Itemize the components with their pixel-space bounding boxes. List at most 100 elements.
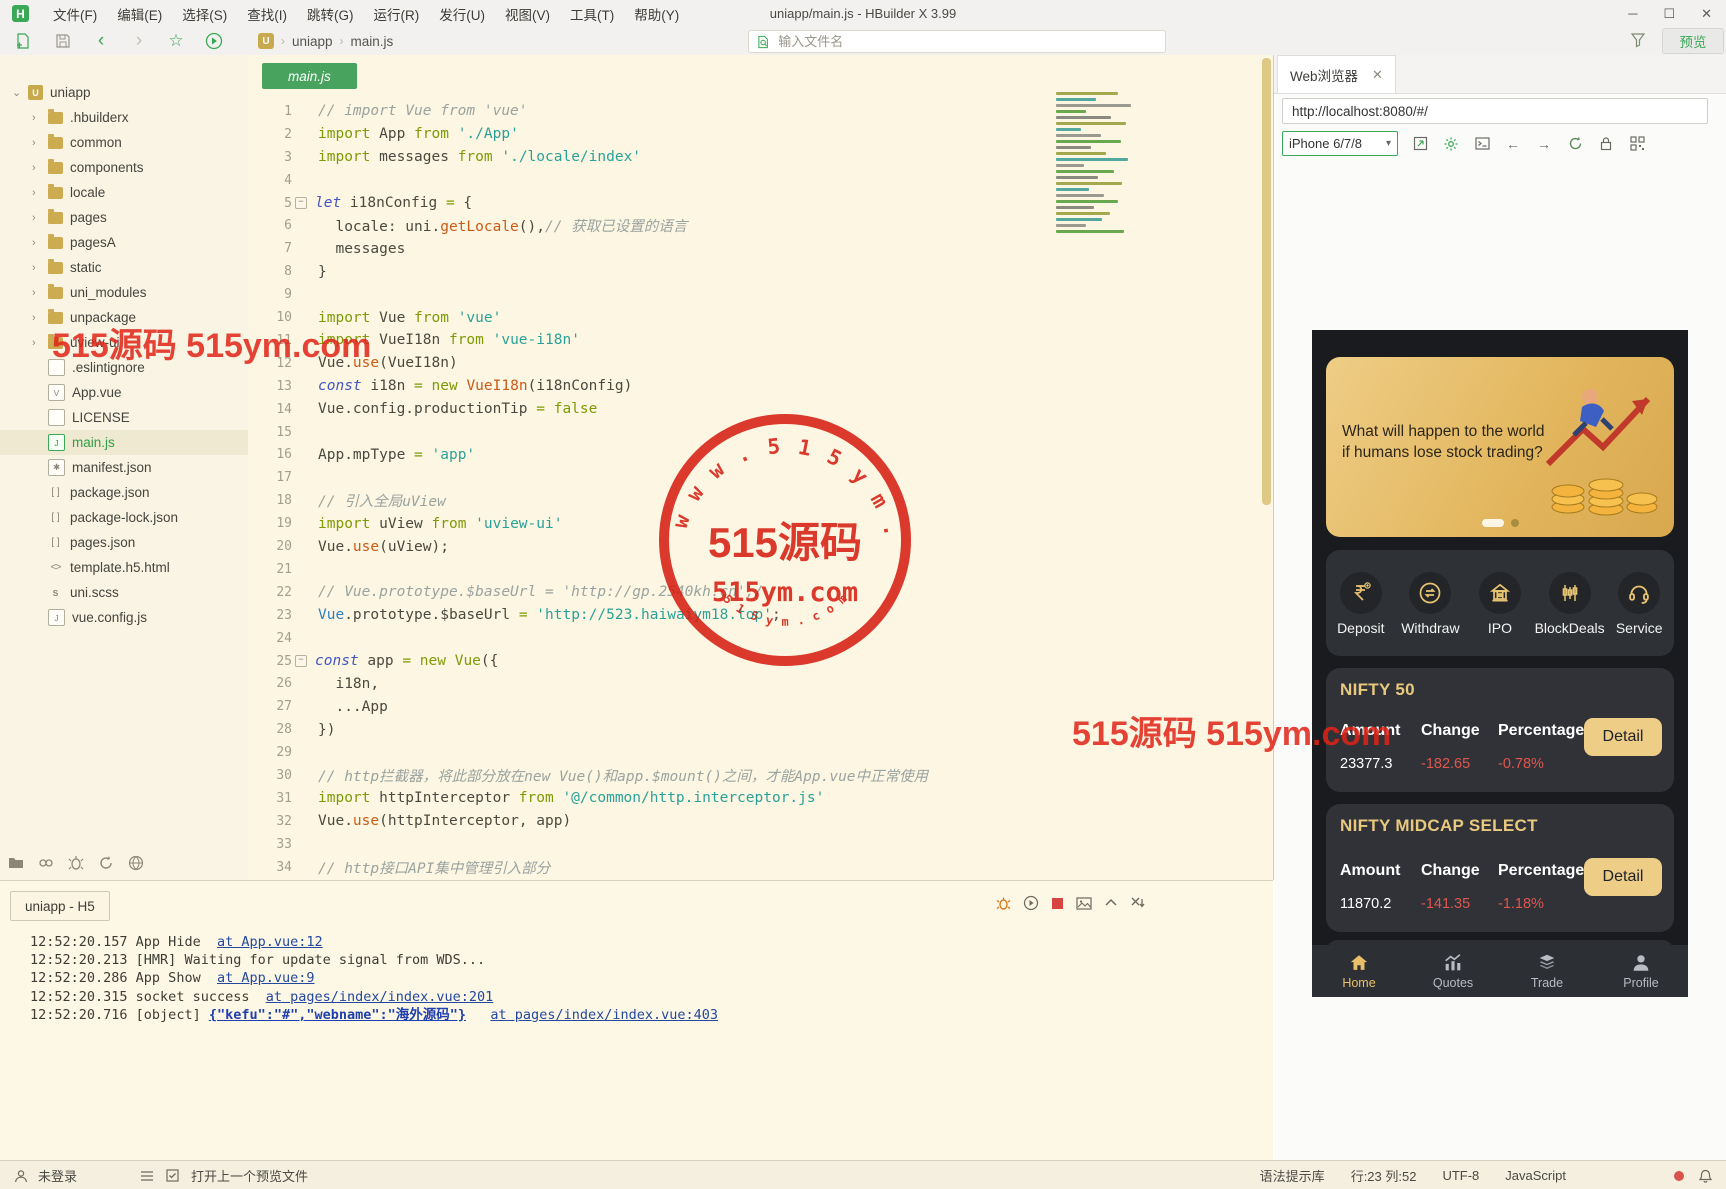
tree-folder-components[interactable]: ›components xyxy=(0,155,248,180)
collapse-arrow-icon[interactable]: › xyxy=(32,162,42,174)
maximize-button[interactable]: ☐ xyxy=(1663,6,1675,22)
console-tab[interactable]: uniapp - H5 xyxy=(10,891,110,921)
fold-marker-icon[interactable]: − xyxy=(295,197,307,209)
code-editor[interactable]: main.js 1// import Vue from 'vue'2import… xyxy=(248,55,1274,880)
code-line[interactable]: 25−const app = new Vue({ xyxy=(248,650,1248,673)
quick-action-ipo[interactable]: IPO xyxy=(1467,572,1533,636)
code-line[interactable]: 7 messages xyxy=(248,237,1248,260)
code-line[interactable]: 23Vue.prototype.$baseUrl = 'http://523.h… xyxy=(248,604,1248,627)
tree-folder-pagesA[interactable]: ›pagesA xyxy=(0,230,248,255)
menu-item[interactable]: 跳转(G) xyxy=(307,4,354,24)
search-icon[interactable] xyxy=(38,855,54,871)
collapse-arrow-icon[interactable]: › xyxy=(32,187,42,199)
menu-item[interactable]: 查找(I) xyxy=(247,4,287,24)
source-link[interactable]: at pages/index/index.vue:403 xyxy=(490,1007,718,1023)
code-line[interactable]: 22// Vue.prototype.$baseUrl = 'http://gp… xyxy=(248,581,1248,604)
collapse-arrow-icon[interactable]: › xyxy=(32,287,42,299)
collapse-arrow-icon[interactable]: › xyxy=(32,112,42,124)
clear-close-icon[interactable] xyxy=(1130,896,1145,910)
close-button[interactable]: ✕ xyxy=(1701,6,1712,22)
filter-funnel-icon[interactable] xyxy=(1630,32,1646,48)
status-item[interactable]: UTF-8 xyxy=(1442,1168,1479,1183)
code-line[interactable]: 27 ...App xyxy=(248,695,1248,718)
tree-file-pages.json[interactable]: [ ]pages.json xyxy=(0,530,248,555)
forward-arrow-icon[interactable]: → xyxy=(1535,135,1553,153)
code-line[interactable]: 29 xyxy=(248,741,1248,764)
code-line[interactable]: 17 xyxy=(248,466,1248,489)
bug-icon[interactable] xyxy=(996,896,1011,911)
run-button[interactable] xyxy=(203,30,225,52)
detail-button[interactable]: Detail xyxy=(1584,718,1662,756)
tree-file-.eslintignore[interactable]: .eslintignore xyxy=(0,355,248,380)
back-button[interactable]: ‹ xyxy=(90,30,112,52)
tree-file-manifest.json[interactable]: ✱manifest.json xyxy=(0,455,248,480)
tree-file-template.h5.html[interactable]: <>template.h5.html xyxy=(0,555,248,580)
fold-marker-icon[interactable]: − xyxy=(295,655,307,667)
code-line[interactable]: 28}) xyxy=(248,718,1248,741)
code-line[interactable]: 13const i18n = new VueI18n(i18nConfig) xyxy=(248,375,1248,398)
tree-folder-uni_modules[interactable]: ›uni_modules xyxy=(0,280,248,305)
notification-dot-icon[interactable] xyxy=(1673,1170,1685,1182)
breadcrumb-file[interactable]: main.js xyxy=(351,34,394,49)
menu-item[interactable]: 选择(S) xyxy=(182,4,227,24)
code-line[interactable]: 33 xyxy=(248,833,1248,856)
code-line[interactable]: 31import httpInterceptor from '@/common/… xyxy=(248,787,1248,810)
source-link[interactable]: at App.vue:9 xyxy=(217,970,315,986)
tree-root[interactable]: ⌄Uuniapp xyxy=(0,80,248,105)
file-search-box[interactable] xyxy=(748,30,1166,53)
tree-file-LICENSE[interactable]: LICENSE xyxy=(0,405,248,430)
expand-arrow-icon[interactable]: ⌄ xyxy=(12,86,22,99)
nav-trade[interactable]: Trade xyxy=(1500,945,1594,997)
tree-file-package.json[interactable]: [ ]package.json xyxy=(0,480,248,505)
code-line[interactable]: 24 xyxy=(248,627,1248,650)
dot-active[interactable] xyxy=(1482,519,1504,527)
quick-action-service[interactable]: Service xyxy=(1606,572,1672,636)
login-status[interactable]: 未登录 xyxy=(38,1166,77,1185)
nav-quotes[interactable]: Quotes xyxy=(1406,945,1500,997)
web-icon[interactable] xyxy=(128,855,144,871)
source-link[interactable]: at pages/index/index.vue:201 xyxy=(266,989,494,1005)
carousel-dots[interactable] xyxy=(1326,519,1674,527)
code-line[interactable]: 21 xyxy=(248,558,1248,581)
code-line[interactable]: 20Vue.use(uView); xyxy=(248,535,1248,558)
list-icon[interactable] xyxy=(140,1170,154,1182)
object-link[interactable]: {"kefu":"#","webname":"海外源码"} xyxy=(209,1007,466,1023)
collapse-arrow-icon[interactable]: › xyxy=(32,262,42,274)
bell-icon[interactable] xyxy=(1699,1169,1712,1183)
terminal-icon[interactable] xyxy=(1473,135,1491,153)
code-line[interactable]: 15 xyxy=(248,421,1248,444)
menu-item[interactable]: 视图(V) xyxy=(505,4,550,24)
quick-action-blockdeals[interactable]: BlockDeals xyxy=(1537,572,1603,636)
url-input[interactable] xyxy=(1283,104,1707,119)
collapse-arrow-icon[interactable]: › xyxy=(32,312,42,324)
refresh-icon[interactable] xyxy=(1566,135,1584,153)
forward-button[interactable]: › xyxy=(128,30,150,52)
collapse-arrow-icon[interactable]: › xyxy=(32,137,42,149)
nav-home[interactable]: Home xyxy=(1312,945,1406,997)
code-line[interactable]: 11import VueI18n from 'vue-i18n' xyxy=(248,329,1248,352)
menu-item[interactable]: 帮助(Y) xyxy=(634,4,679,24)
tree-folder-unpackage[interactable]: ›unpackage xyxy=(0,305,248,330)
collapse-arrow-icon[interactable]: › xyxy=(32,237,42,249)
files-icon[interactable] xyxy=(8,855,24,871)
refresh-icon[interactable] xyxy=(98,855,114,871)
code-line[interactable]: 16App.mpType = 'app' xyxy=(248,444,1248,467)
code-line[interactable]: 30// http拦截器，将此部分放在new Vue()和app.$mount(… xyxy=(248,764,1248,787)
quick-action-withdraw[interactable]: Withdraw xyxy=(1397,572,1463,636)
collapse-arrow-icon[interactable]: › xyxy=(32,212,42,224)
screenshot-icon[interactable] xyxy=(1076,896,1092,911)
status-item[interactable]: 语法提示库 xyxy=(1260,1166,1325,1185)
minimap[interactable] xyxy=(1056,92,1148,236)
file-search-input[interactable] xyxy=(776,33,1157,50)
code-line[interactable]: 26 i18n, xyxy=(248,673,1248,696)
stop-icon[interactable] xyxy=(1051,897,1064,910)
tree-file-main.js[interactable]: Jmain.js xyxy=(0,430,248,455)
qr-code-icon[interactable] xyxy=(1628,135,1646,153)
open-previous-preview[interactable]: 打开上一个预览文件 xyxy=(191,1166,308,1185)
code-line[interactable]: 14Vue.config.productionTip = false xyxy=(248,398,1248,421)
nav-profile[interactable]: Profile xyxy=(1594,945,1688,997)
tree-folder-uview-ui[interactable]: ›uview-ui xyxy=(0,330,248,355)
tree-folder-.hbuilderx[interactable]: ›.hbuilderx xyxy=(0,105,248,130)
status-item[interactable]: JavaScript xyxy=(1505,1168,1566,1183)
banner-carousel[interactable]: What will happen to the world if humans … xyxy=(1326,357,1674,537)
